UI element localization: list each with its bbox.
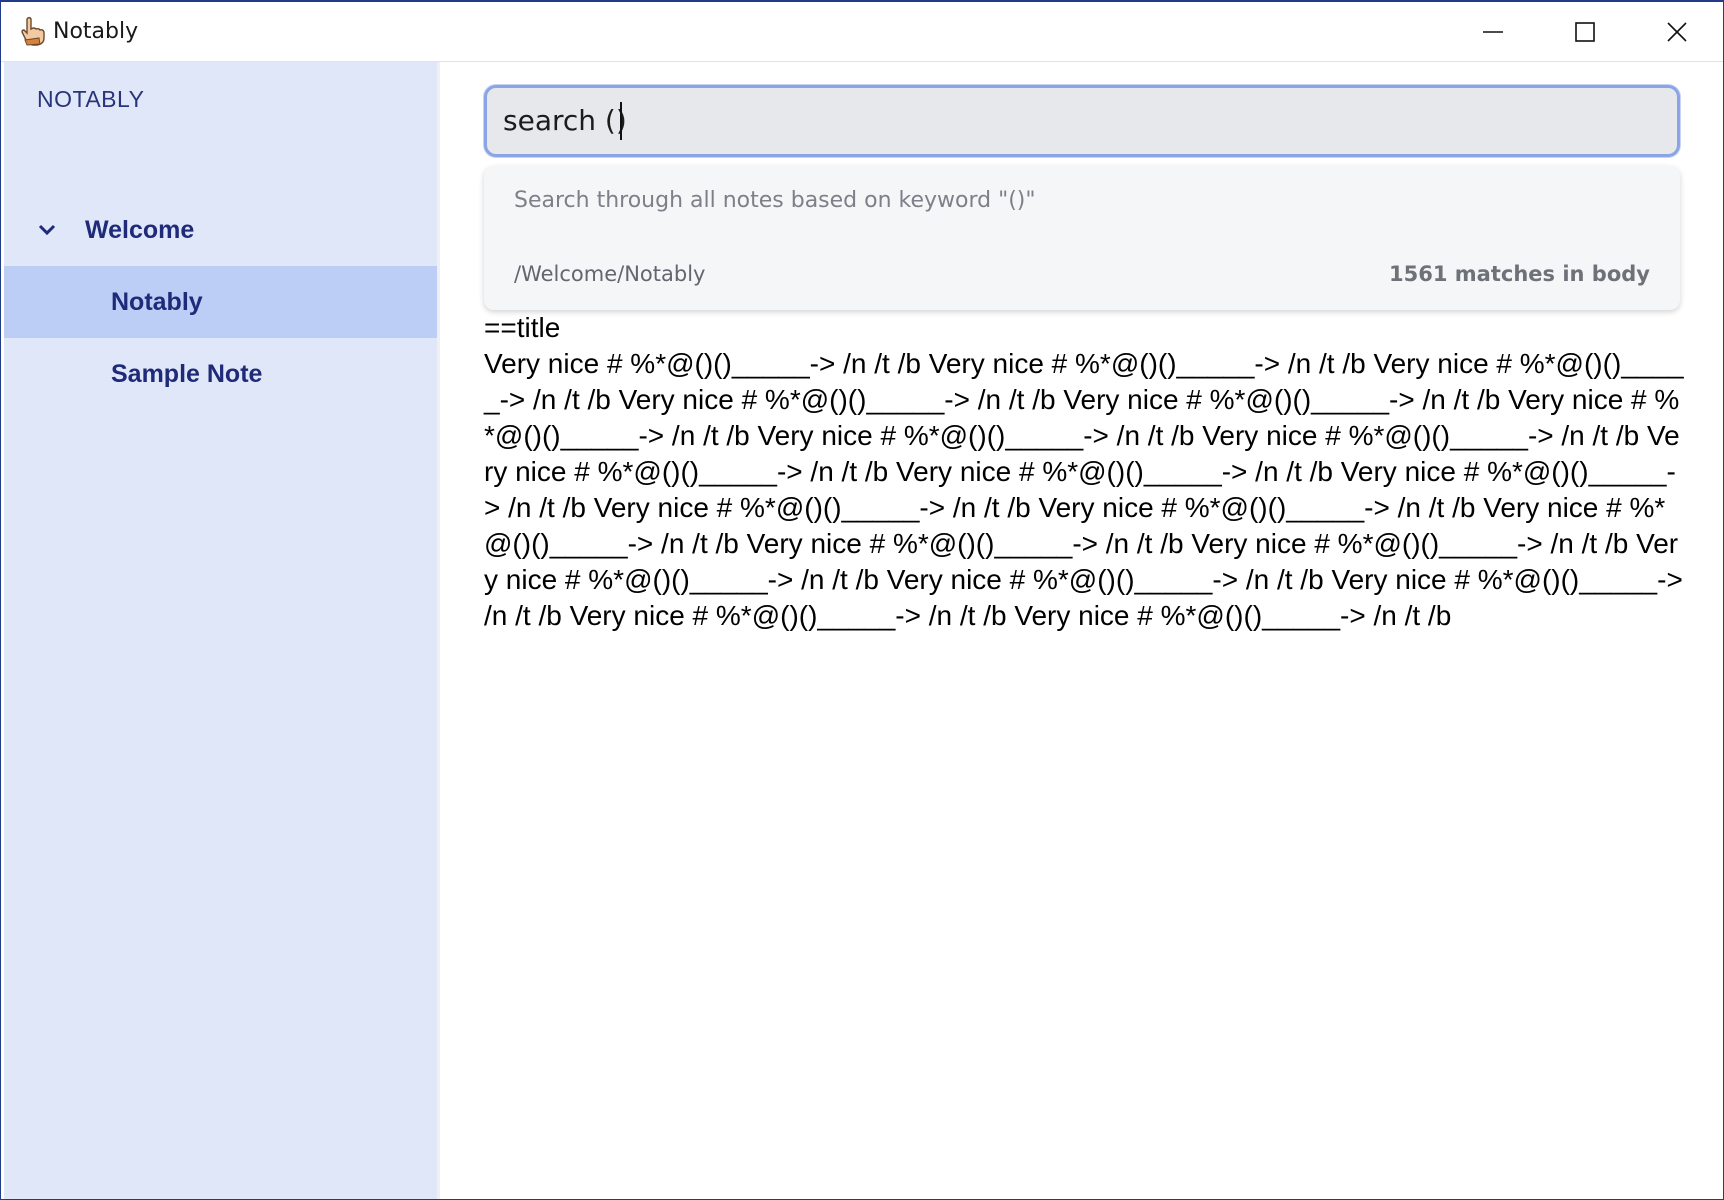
minimize-button[interactable] — [1447, 2, 1539, 62]
maximize-icon — [1575, 22, 1595, 42]
sidebar: NOTABLY Welcome Notably Sample Note — [4, 62, 437, 1199]
title-bar[interactable]: Notably — [1, 2, 1723, 62]
text-caret — [620, 102, 622, 140]
minimize-icon — [1483, 31, 1503, 33]
close-icon — [1667, 22, 1687, 42]
search-result-count: 1561 matches in body — [1389, 262, 1650, 286]
close-button[interactable] — [1631, 2, 1723, 62]
search-input[interactable] — [503, 88, 1653, 154]
app-window: Notably NOTABLY Welcome Notably Sample N… — [0, 0, 1724, 1200]
sidebar-heading: NOTABLY — [37, 86, 145, 112]
maximize-button[interactable] — [1539, 2, 1631, 62]
main-panel: Search through all notes based on keywor… — [440, 62, 1723, 1199]
note-title-line: ==title — [484, 312, 561, 343]
sidebar-item-label: Notably — [111, 287, 203, 316]
search-results-dropdown: Search through all notes based on keywor… — [484, 166, 1680, 310]
sidebar-item-welcome[interactable]: Welcome — [4, 194, 437, 266]
chevron-down-icon[interactable] — [36, 219, 58, 241]
window-title: Notably — [53, 19, 139, 44]
sidebar-item-notably[interactable]: Notably — [4, 266, 437, 338]
sidebar-item-label: Welcome — [85, 215, 195, 244]
search-result-item[interactable]: /Welcome/Notably — [514, 262, 705, 286]
search-box[interactable] — [484, 85, 1680, 157]
hand-pointer-icon — [21, 16, 45, 46]
search-hint: Search through all notes based on keywor… — [514, 188, 1036, 213]
sidebar-item-label: Sample Note — [111, 359, 263, 388]
note-body-text: Very nice # %*@()()_____-> /n /t /b Very… — [484, 348, 1684, 631]
note-editor[interactable]: ==title Very nice # %*@()()_____-> /n /t… — [484, 310, 1684, 634]
sidebar-item-sample-note[interactable]: Sample Note — [4, 338, 437, 410]
